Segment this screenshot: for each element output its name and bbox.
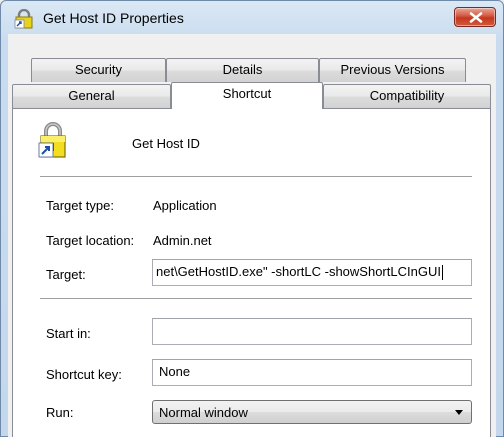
target-location-value: Admin.net bbox=[153, 233, 212, 248]
target-type-value: Application bbox=[153, 198, 217, 213]
tab-label: General bbox=[68, 88, 115, 103]
tab-label: Compatibility bbox=[369, 88, 445, 103]
run-select[interactable]: Normal window bbox=[152, 400, 472, 424]
separator bbox=[40, 176, 472, 178]
tab-shortcut[interactable]: Shortcut bbox=[171, 82, 323, 109]
tab-label: Security bbox=[75, 62, 122, 77]
start-in-input[interactable] bbox=[152, 318, 472, 345]
tab-previous-versions[interactable]: Previous Versions bbox=[319, 58, 466, 82]
tab-label: Previous Versions bbox=[340, 62, 445, 77]
target-label: Target: bbox=[46, 267, 86, 282]
chevron-down-icon bbox=[455, 410, 463, 415]
separator bbox=[40, 298, 472, 300]
target-input-text: net\GetHostID.exe" -shortLC -showShortLC… bbox=[156, 264, 441, 279]
shortcut-key-input-text: None bbox=[159, 364, 191, 379]
lock-shortcut-icon bbox=[38, 122, 66, 158]
title-bar[interactable]: Get Host ID Properties bbox=[1, 1, 503, 35]
target-input[interactable]: net\GetHostID.exe" -shortLC -showShortLC… bbox=[152, 259, 472, 286]
tab-label: Details bbox=[222, 62, 263, 77]
tab-label: Shortcut bbox=[222, 86, 272, 101]
close-button[interactable] bbox=[454, 7, 496, 27]
close-icon bbox=[469, 12, 483, 23]
shortcut-key-label: Shortcut key: bbox=[46, 367, 122, 382]
start-in-label: Start in: bbox=[46, 326, 91, 341]
tab-security[interactable]: Security bbox=[31, 58, 166, 82]
target-type-label: Target type: bbox=[46, 198, 114, 213]
shortcut-lock-icon bbox=[14, 9, 33, 29]
shortcut-name: Get Host ID bbox=[132, 136, 200, 151]
tab-details[interactable]: Details bbox=[166, 58, 319, 82]
window-title: Get Host ID Properties bbox=[43, 10, 184, 26]
text-caret bbox=[441, 265, 443, 281]
tab-compatibility[interactable]: Compatibility bbox=[323, 84, 491, 108]
tab-general[interactable]: General bbox=[12, 84, 171, 108]
run-select-value: Normal window bbox=[159, 405, 248, 420]
shortcut-key-input[interactable]: None bbox=[152, 359, 472, 386]
run-label: Run: bbox=[46, 405, 74, 420]
target-location-label: Target location: bbox=[46, 233, 135, 248]
